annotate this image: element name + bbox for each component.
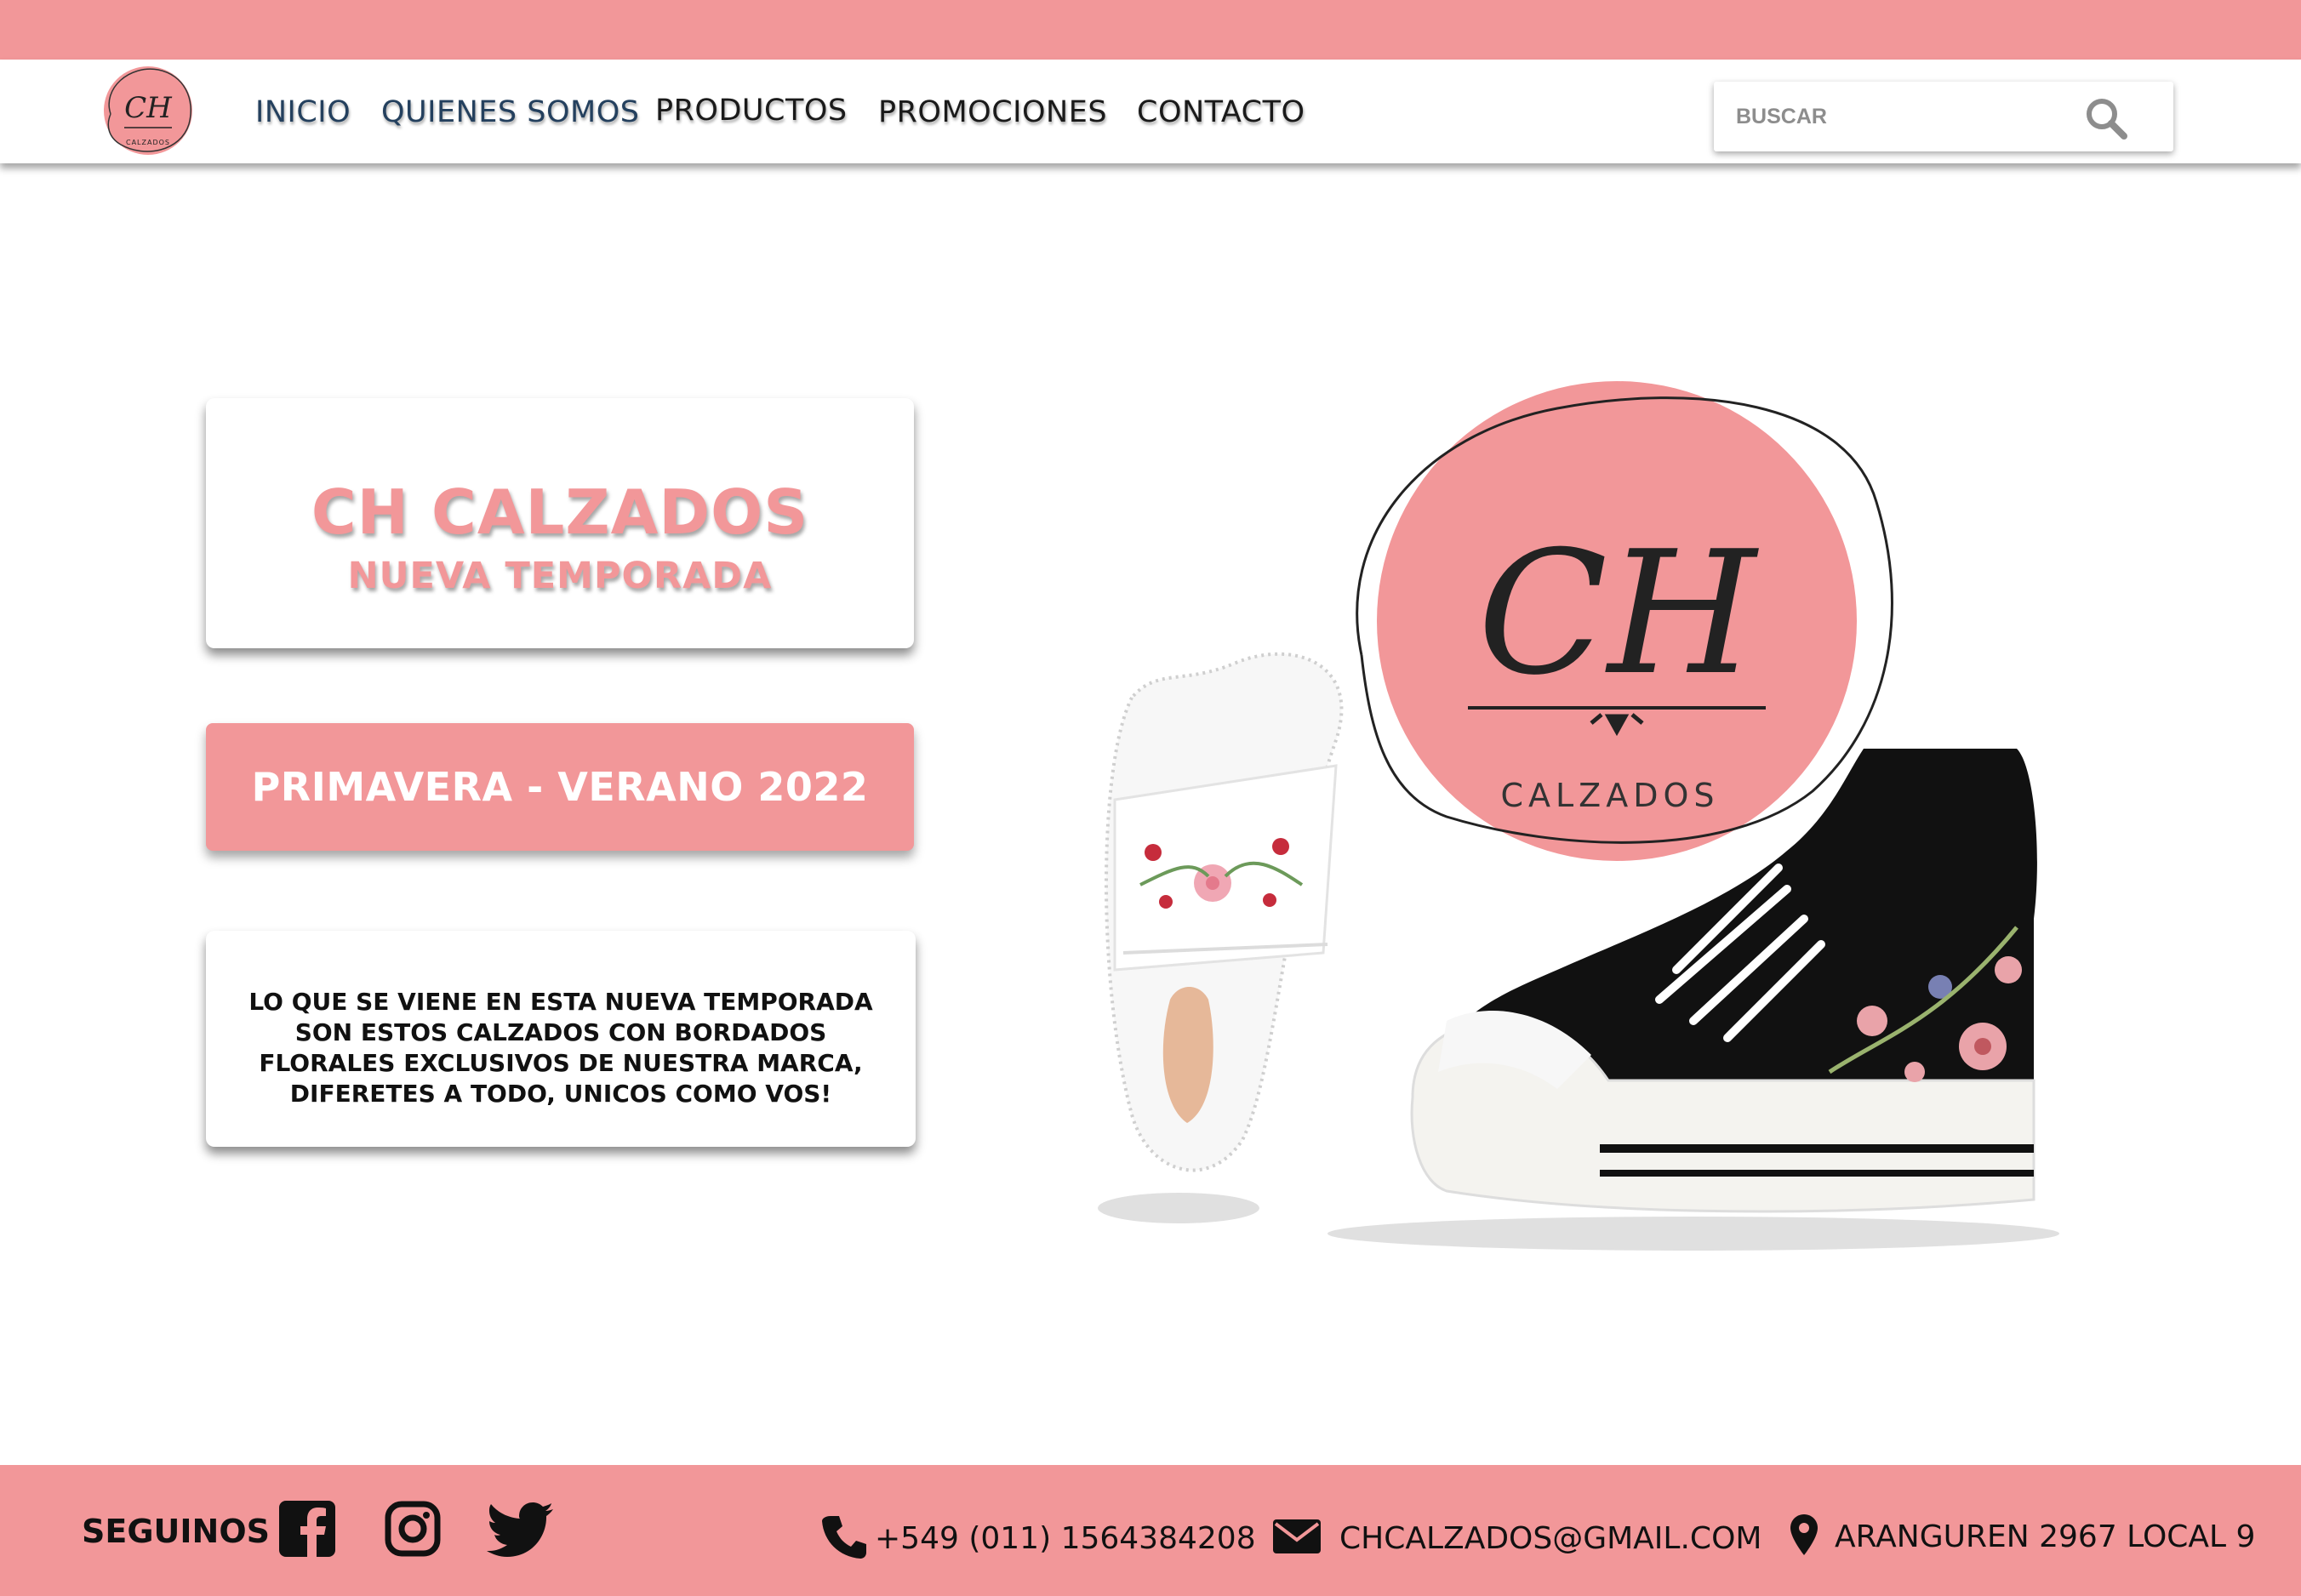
email-icon bbox=[1273, 1519, 1321, 1553]
facebook-icon[interactable] bbox=[279, 1501, 335, 1557]
nav-promociones[interactable]: PROMOCIONES bbox=[878, 95, 1107, 129]
follow-label: SEGUINOS bbox=[82, 1513, 270, 1550]
logo-monogram: CH bbox=[124, 91, 173, 125]
location-pin-icon bbox=[1790, 1514, 1818, 1555]
hero-subtitle: NUEVA TEMPORADA bbox=[347, 555, 773, 597]
nav-inicio[interactable]: INICIO bbox=[255, 95, 351, 129]
store-address: ARANGUREN 2967 LOCAL 9 bbox=[1835, 1519, 2256, 1554]
description-card: LO QUE SE VIENE EN ESTA NUEVA TEMPORADA … bbox=[206, 931, 916, 1147]
nav-quienes-somos[interactable]: QUIENES SOMOS bbox=[381, 95, 639, 129]
top-accent-bar bbox=[0, 0, 2301, 60]
search-input[interactable] bbox=[1714, 82, 2088, 151]
navbar: CH CALZADOS INICIO QUIENES SOMOS PRODUCT… bbox=[0, 60, 2301, 163]
sandal-image bbox=[1098, 652, 1344, 1223]
hero-logo-monogram: CH bbox=[1477, 515, 1759, 713]
brand-logo[interactable]: CH CALZADOS bbox=[95, 63, 201, 158]
phone-icon bbox=[822, 1516, 866, 1559]
hero-brand-logo: CH CALZADOS bbox=[1356, 381, 1893, 861]
twitter-icon[interactable] bbox=[487, 1502, 553, 1557]
season-button[interactable]: PRIMAVERA - VERANO 2022 bbox=[206, 723, 914, 851]
instagram-icon[interactable] bbox=[385, 1501, 441, 1557]
nav-productos[interactable]: PRODUCTOS bbox=[655, 94, 848, 128]
hero-title-card: CH CALZADOS NUEVA TEMPORADA bbox=[206, 398, 914, 648]
email-address[interactable]: CHCALZADOS@GMAIL.COM bbox=[1339, 1521, 1761, 1556]
search-box bbox=[1714, 82, 2173, 151]
footer: SEGUINOS +549 (011) 1564384208 CHCALZADO… bbox=[0, 1465, 2301, 1596]
logo-wordmark: CALZADOS bbox=[126, 139, 170, 146]
phone-number[interactable]: +549 (011) 1564384208 bbox=[875, 1521, 1256, 1556]
description-text: LO QUE SE VIENE EN ESTA NUEVA TEMPORADA … bbox=[248, 988, 873, 1108]
hero-product-image: CH CALZADOS bbox=[1098, 381, 2059, 1251]
hero-logo-wordmark: CALZADOS bbox=[1500, 777, 1719, 814]
hero-title: CH CALZADOS bbox=[311, 476, 809, 548]
search-icon[interactable] bbox=[2081, 94, 2131, 143]
nav-contacto[interactable]: CONTACTO bbox=[1137, 95, 1305, 129]
